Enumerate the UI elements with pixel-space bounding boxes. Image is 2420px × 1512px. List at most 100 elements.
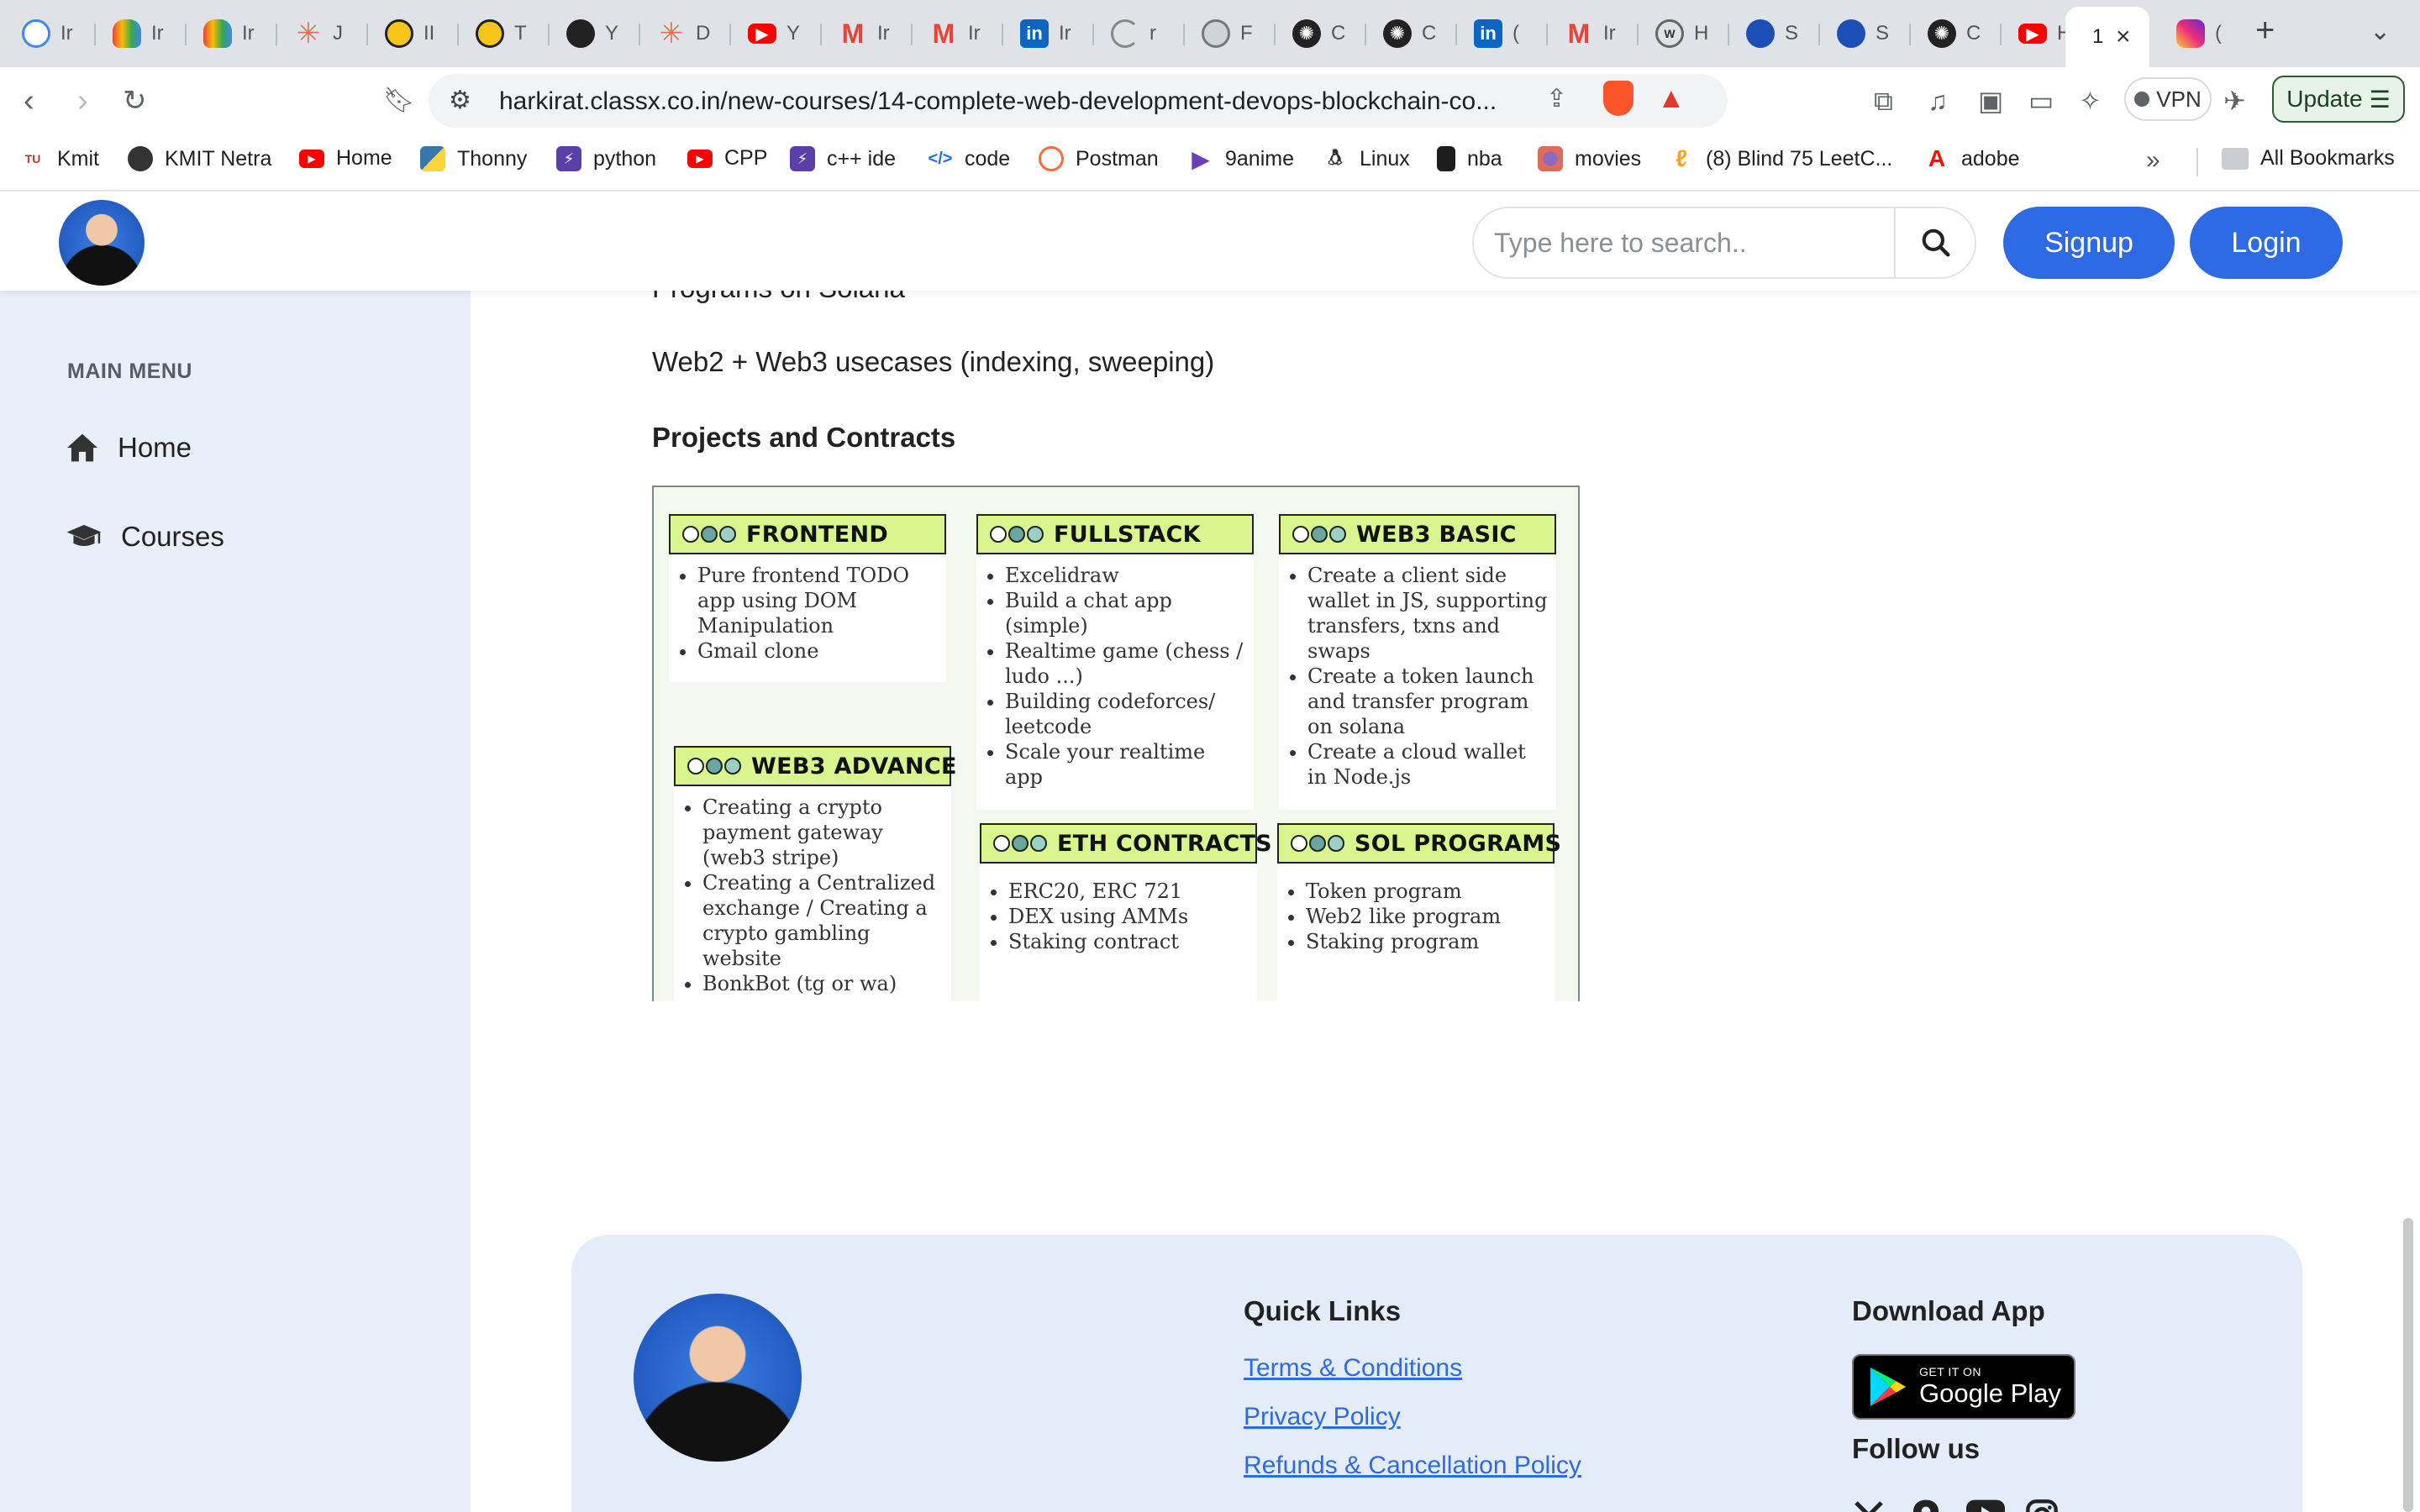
card-header: FULLSTACK	[976, 514, 1254, 554]
browser-tab[interactable]: S	[1820, 10, 1904, 57]
bookmark-item[interactable]: Postman	[1039, 146, 1159, 171]
bookmark-item[interactable]: TU Kmit	[20, 146, 99, 171]
browser-tab[interactable]: in(	[1457, 10, 1541, 57]
bookmark-item[interactable]: ℓ (8) Blind 75 LeetC...	[1669, 145, 1892, 171]
site-logo-avatar[interactable]	[59, 200, 145, 286]
browser-tab[interactable]: T	[459, 10, 543, 57]
browser-tab-active[interactable]: 1 ×	[2065, 7, 2149, 67]
browser-tab[interactable]: ✺ C	[1276, 10, 1360, 57]
list-item: Build a chat app (simple)	[1005, 588, 1245, 638]
bookmark-item[interactable]: 🐧︎ Linux	[1323, 144, 1410, 171]
follow-us-heading: Follow us	[1852, 1433, 1981, 1464]
browser-tab[interactable]: in Ir	[1003, 10, 1087, 57]
browser-tab[interactable]: WH	[1639, 10, 1723, 57]
browser-tab[interactable]: M Ir	[1548, 10, 1632, 57]
web-page: Signup Login MAIN MENU Home Courses Prog…	[0, 193, 2420, 1512]
profile-icon[interactable]: ✈	[2223, 82, 2246, 119]
all-bookmarks-button[interactable]: All Bookmarks	[2222, 146, 2395, 171]
browser-tab[interactable]: II	[368, 10, 452, 57]
browser-tab[interactable]: r	[1094, 10, 1178, 57]
menu-icon: ☰	[2369, 86, 2391, 113]
new-tab-button[interactable]: +	[2255, 12, 2275, 50]
bookmark-item[interactable]: nba	[1437, 146, 1502, 171]
leo-ai-icon[interactable]: ✧	[2079, 82, 2102, 119]
list-item: Building codeforces/ leetcode	[1005, 689, 1245, 739]
more-bookmarks-icon[interactable]: »	[2146, 146, 2160, 175]
browser-tab[interactable]: Ir	[96, 10, 180, 57]
bookmark-item[interactable]: ▶ 9anime	[1188, 146, 1294, 172]
close-tab-icon[interactable]: ×	[2116, 23, 2131, 51]
browser-tab[interactable]: ✺ C	[1366, 10, 1450, 57]
extensions-icon[interactable]: ⧉	[1874, 82, 1893, 119]
vpn-button[interactable]: VPN	[2124, 77, 2212, 121]
login-button[interactable]: Login	[2190, 207, 2343, 279]
brave-shields-icon[interactable]	[1603, 81, 1634, 116]
site-info-icon[interactable]: ⚙	[449, 86, 471, 115]
dots-icon	[1291, 835, 1346, 852]
search-input[interactable]	[1474, 208, 1894, 277]
browser-tab[interactable]: M Ir	[913, 10, 997, 57]
globe-icon	[1202, 19, 1230, 48]
claude-icon: ✳	[659, 18, 684, 50]
url-text[interactable]: harkirat.classx.co.in/new-courses/14-com…	[499, 87, 1625, 116]
gmail-icon: M	[1567, 18, 1591, 49]
python-icon	[420, 146, 445, 171]
card-header: FRONTEND	[669, 514, 946, 554]
browser-tab[interactable]: M Ir	[822, 10, 906, 57]
browser-tab[interactable]: (	[2160, 10, 2244, 57]
browser-tab[interactable]: ✳ J	[277, 10, 361, 57]
terms-link[interactable]: Terms & Conditions	[1244, 1354, 1462, 1383]
avatar-icon	[1746, 19, 1775, 48]
sidebar-item-courses[interactable]: Courses	[66, 521, 224, 553]
browser-tab[interactable]: Y	[550, 10, 634, 57]
openai-icon: ✺	[1928, 19, 1956, 48]
bookmark-item[interactable]: ▶ CPP	[687, 146, 767, 171]
bookmark-item[interactable]: ▶ Home	[299, 146, 392, 171]
address-bar[interactable]: ⚙ harkirat.classx.co.in/new-courses/14-c…	[429, 74, 1728, 128]
x-icon[interactable]	[1852, 1499, 1886, 1512]
tab-search-chevron-icon[interactable]: ⌄	[2370, 17, 2391, 46]
bookmark-item[interactable]: KMIT Netra	[128, 146, 271, 171]
update-button[interactable]: Update ☰	[2272, 76, 2405, 123]
browser-tab[interactable]: Ir	[5, 10, 89, 57]
wallet-icon[interactable]: ▭	[2028, 82, 2054, 119]
forward-icon[interactable]: ›	[77, 82, 88, 119]
youtube-icon: ▶	[687, 149, 713, 168]
bookmark-item[interactable]: ⚡ python	[556, 146, 656, 171]
refunds-policy-link[interactable]: Refunds & Cancellation Policy	[1244, 1452, 1581, 1480]
leetcode-icon: ℓ	[1676, 145, 1687, 171]
sidebar-toggle-icon[interactable]: ▣	[1978, 82, 2003, 119]
bookmark-icon[interactable]: 🔖︎	[383, 82, 415, 119]
footer-avatar	[634, 1294, 802, 1462]
youtube-icon: ▶	[299, 149, 324, 168]
browser-tab[interactable]: F	[1185, 10, 1269, 57]
bookmark-item[interactable]: ⚡ c++ ide	[790, 146, 896, 171]
card-header: SOL PROGRAMS	[1277, 823, 1561, 864]
page-scrollbar[interactable]	[2403, 1218, 2413, 1512]
youtube-icon[interactable]	[1966, 1499, 2005, 1512]
browser-tab[interactable]: S	[1729, 10, 1813, 57]
reload-icon[interactable]: ↻	[123, 82, 147, 119]
bookmark-item[interactable]: movies	[1538, 146, 1641, 171]
claude-icon: ✳	[296, 18, 321, 50]
list-item: Staking program	[1306, 929, 1546, 954]
bookmark-item[interactable]: Aadobe	[1924, 145, 2020, 171]
browser-tab[interactable]: ✳ D	[640, 10, 724, 57]
sidebar-item-home[interactable]: Home	[66, 432, 192, 464]
signup-button[interactable]: Signup	[2003, 207, 2175, 279]
bookmark-item[interactable]: </> code	[928, 146, 1011, 171]
google-play-badge[interactable]: GET IT ON Google Play	[1852, 1354, 2075, 1420]
search-button[interactable]	[1894, 208, 1975, 277]
back-icon[interactable]: ‹	[24, 82, 34, 119]
browser-tab[interactable]: ✺ C	[1911, 10, 1995, 57]
instagram-icon[interactable]	[2025, 1499, 2059, 1512]
media-icon[interactable]: ♫	[1928, 82, 1948, 119]
browser-tab[interactable]: ▶ Y	[731, 10, 815, 57]
location-icon[interactable]	[1911, 1499, 1941, 1512]
brave-rewards-icon[interactable]: ▲	[1657, 82, 1686, 115]
browser-tab[interactable]: Ir	[187, 10, 271, 57]
privacy-policy-link[interactable]: Privacy Policy	[1244, 1403, 1401, 1431]
bookmark-item[interactable]: Thonny	[420, 146, 527, 171]
share-icon[interactable]: ⇪	[1546, 84, 1567, 113]
list-item: Creating a crypto payment gateway (web3 …	[702, 795, 939, 870]
